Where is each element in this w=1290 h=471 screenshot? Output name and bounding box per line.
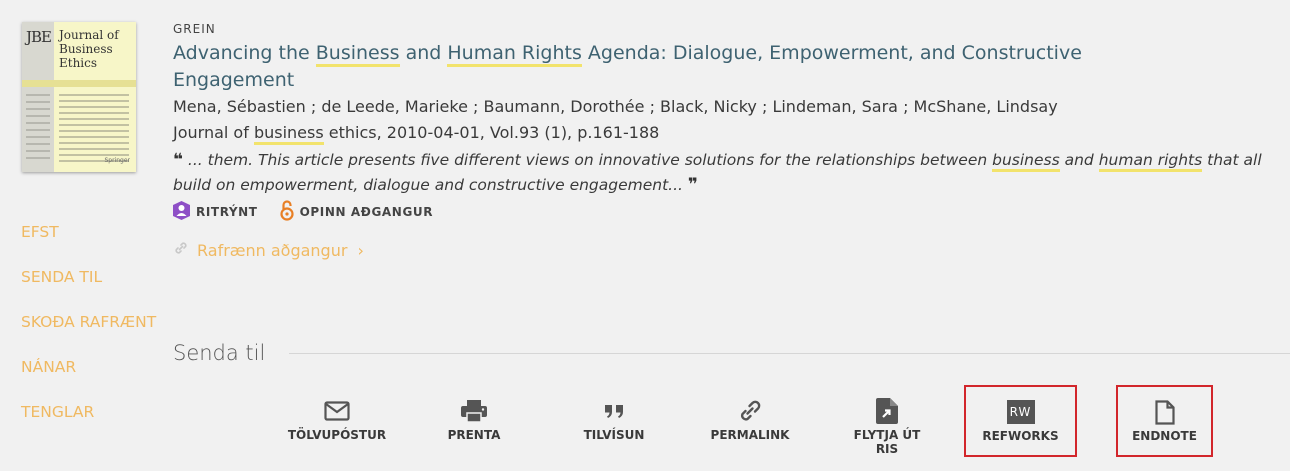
export-ris-action-label: FLYTJA ÚT RIS bbox=[853, 428, 921, 456]
result-source: Journal of business ethics, 2010-04-01, … bbox=[173, 123, 660, 145]
search-term-highlight: human rights bbox=[1098, 151, 1203, 172]
online-access-label: Rafrænn aðgangur bbox=[197, 240, 348, 260]
document-icon bbox=[1154, 399, 1175, 425]
open-access-icon bbox=[279, 200, 300, 224]
endnote-action-label: ENDNOTE bbox=[1132, 429, 1197, 443]
peer-reviewed-label: RITRÝNT bbox=[196, 205, 258, 219]
peer-reviewed-icon bbox=[173, 201, 196, 223]
cover-title: Journal of Business Ethics bbox=[59, 28, 119, 70]
snippet-text: and bbox=[1059, 151, 1099, 169]
open-access-badge: OPINN AÐGANGUR bbox=[279, 200, 434, 224]
search-term-highlight: business bbox=[253, 123, 324, 145]
print-icon bbox=[461, 398, 487, 424]
open-access-label: OPINN AÐGANGUR bbox=[299, 205, 434, 219]
search-term-highlight: Business bbox=[315, 42, 400, 67]
search-term-highlight: business bbox=[992, 151, 1060, 172]
print-action-label: PRENTA bbox=[447, 428, 501, 442]
cover-stripe bbox=[22, 80, 136, 87]
citation-action-button[interactable]: TILVÍSUN bbox=[576, 398, 652, 442]
send-to-heading: Senda til bbox=[173, 341, 266, 365]
sidenav-item[interactable]: NÁNAR bbox=[21, 357, 156, 402]
refworks-icon: RW bbox=[1006, 399, 1035, 425]
result-snippet: ❝ ... them. This article presents five d… bbox=[173, 148, 1283, 198]
refworks-action-button[interactable]: RW REFWORKS bbox=[964, 385, 1077, 457]
result-title-link[interactable]: Advancing the Business and Human Rights … bbox=[173, 40, 1083, 94]
link-icon bbox=[737, 398, 763, 424]
email-action-button[interactable]: TÖLVUPÓSTUR bbox=[286, 398, 388, 442]
export-ris-icon bbox=[876, 398, 898, 424]
side-navigation: EFST SENDA TIL SKOÐA RAFRÆNT NÁNAR TENGLAR bbox=[21, 222, 156, 447]
sidenav-item[interactable]: SENDA TIL bbox=[21, 267, 156, 312]
sidenav-item[interactable]: SKOÐA RAFRÆNT bbox=[21, 312, 156, 357]
permalink-action-label: PERMALINK bbox=[710, 428, 790, 442]
refworks-action-label: REFWORKS bbox=[982, 429, 1059, 443]
cover-text-lines bbox=[59, 94, 129, 166]
title-text: and bbox=[399, 42, 448, 64]
title-text: Advancing the bbox=[173, 42, 316, 64]
cover-publisher: Springer bbox=[104, 157, 130, 164]
sidenav-item[interactable]: TENGLAR bbox=[21, 402, 156, 447]
refworks-icon-text: RW bbox=[1006, 400, 1035, 424]
citation-quote-icon bbox=[604, 398, 624, 424]
sidenav-item[interactable]: EFST bbox=[21, 222, 156, 267]
result-authors: Mena, Sébastien ; de Leede, Marieke ; Ba… bbox=[173, 97, 1058, 116]
send-to-divider bbox=[289, 353, 1290, 354]
source-text: Journal of bbox=[173, 123, 254, 142]
print-action-button[interactable]: PRENTA bbox=[436, 398, 512, 442]
cover-left-lines bbox=[26, 94, 50, 164]
permalink-action-button[interactable]: PERMALINK bbox=[710, 398, 790, 442]
peer-reviewed-badge: RITRÝNT bbox=[173, 201, 258, 223]
resource-type-label: GREIN bbox=[173, 22, 216, 36]
export-ris-action-button[interactable]: FLYTJA ÚT RIS bbox=[842, 398, 932, 456]
quote-open-icon: ❝ bbox=[173, 150, 183, 170]
email-icon bbox=[324, 398, 350, 424]
source-text: ethics, 2010-04-01, Vol.93 (1), p.161-18… bbox=[323, 123, 660, 142]
result-badges: RITRÝNT OPINN AÐGANGUR bbox=[173, 200, 455, 224]
online-access-link[interactable]: Rafrænn aðgangur › bbox=[173, 240, 364, 260]
quote-close-icon: ❞ bbox=[687, 175, 698, 195]
link-icon bbox=[173, 240, 197, 260]
chevron-right-icon: › bbox=[357, 240, 364, 260]
search-term-highlight: Human Rights bbox=[447, 42, 582, 67]
cover-abbr: JBE bbox=[26, 28, 52, 46]
snippet-text: ... them. This article presents five dif… bbox=[182, 151, 993, 169]
endnote-action-button[interactable]: ENDNOTE bbox=[1116, 385, 1213, 457]
citation-action-label: TILVÍSUN bbox=[583, 428, 645, 442]
journal-cover-thumbnail[interactable]: JBE Journal of Business Ethics Springer bbox=[22, 22, 136, 172]
email-action-label: TÖLVUPÓSTUR bbox=[287, 428, 387, 442]
